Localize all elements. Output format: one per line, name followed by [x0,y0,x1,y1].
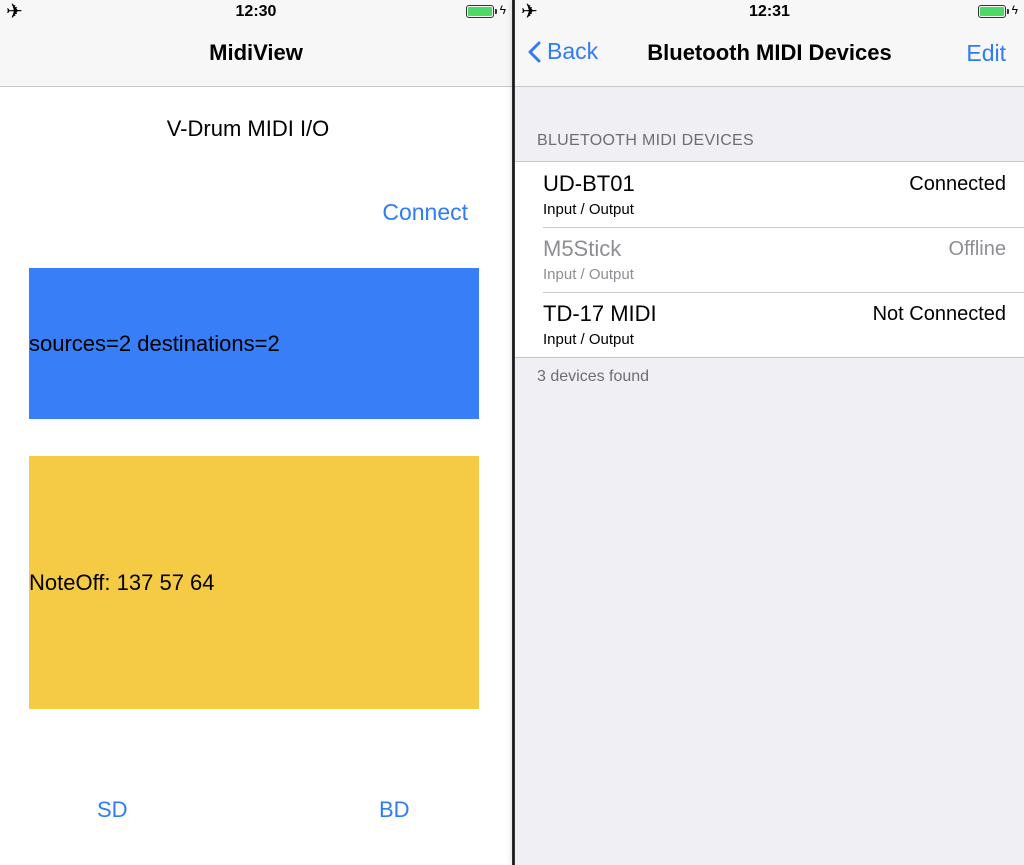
sd-button[interactable]: SD [97,797,128,823]
devices-found-note: 3 devices found [537,368,650,385]
device-ports: Input / Output [543,331,634,348]
midi-message-label: NoteOff: 137 57 64 [29,569,215,595]
device-row-m5stick[interactable]: M5Stick Input / Output Offline [515,227,1024,292]
device-ports: Input / Output [543,266,634,283]
device-status: Connected [909,173,1006,195]
bd-button[interactable]: BD [379,797,410,823]
midi-counts-label: sources=2 destinations=2 [29,330,280,356]
status-bar: ✈ 12:31 ϟ [515,0,1024,24]
battery-icon [978,5,1009,18]
device-status: Not Connected [872,303,1006,325]
edit-button[interactable]: Edit [966,40,1006,67]
status-time: 12:31 [749,3,790,20]
app-heading: V-Drum MIDI I/O [166,116,330,141]
nav-bar: Back Bluetooth MIDI Devices Edit [515,24,1024,87]
device-name: TD-17 MIDI [543,301,657,326]
charging-bolt-icon: ϟ [499,3,506,17]
midiview-app: ✈ 12:30 ϟ MidiView V-Drum MIDI I/O Conne… [0,0,512,865]
device-row-ud-bt01[interactable]: UD-BT01 Input / Output Connected [515,162,1024,227]
midi-counts-panel: sources=2 destinations=2 [29,268,479,419]
page-title: MidiView [209,40,303,65]
bluetooth-midi-panel: ✈ 12:31 ϟ Back Bluetooth MIDI Devices Ed… [515,0,1024,865]
status-time: 12:30 [235,3,277,20]
section-header: BLUETOOTH MIDI DEVICES [537,132,755,149]
device-name: M5Stick [543,236,622,261]
page-title: Bluetooth MIDI Devices [647,40,892,65]
device-list: UD-BT01 Input / Output Connected M5Stick… [515,161,1024,358]
connect-button[interactable]: Connect [382,199,468,226]
midi-message-panel: NoteOff: 137 57 64 [29,456,479,709]
device-name: UD-BT01 [543,171,635,196]
device-status: Offline [948,238,1006,260]
status-bar: ✈ 12:30 ϟ [0,0,512,24]
nav-bar: MidiView [0,24,512,87]
device-ports: Input / Output [543,201,634,218]
battery-icon [466,5,497,18]
device-row-td-17-midi[interactable]: TD-17 MIDI Input / Output Not Connected [515,292,1024,357]
charging-bolt-icon: ϟ [1011,3,1018,17]
